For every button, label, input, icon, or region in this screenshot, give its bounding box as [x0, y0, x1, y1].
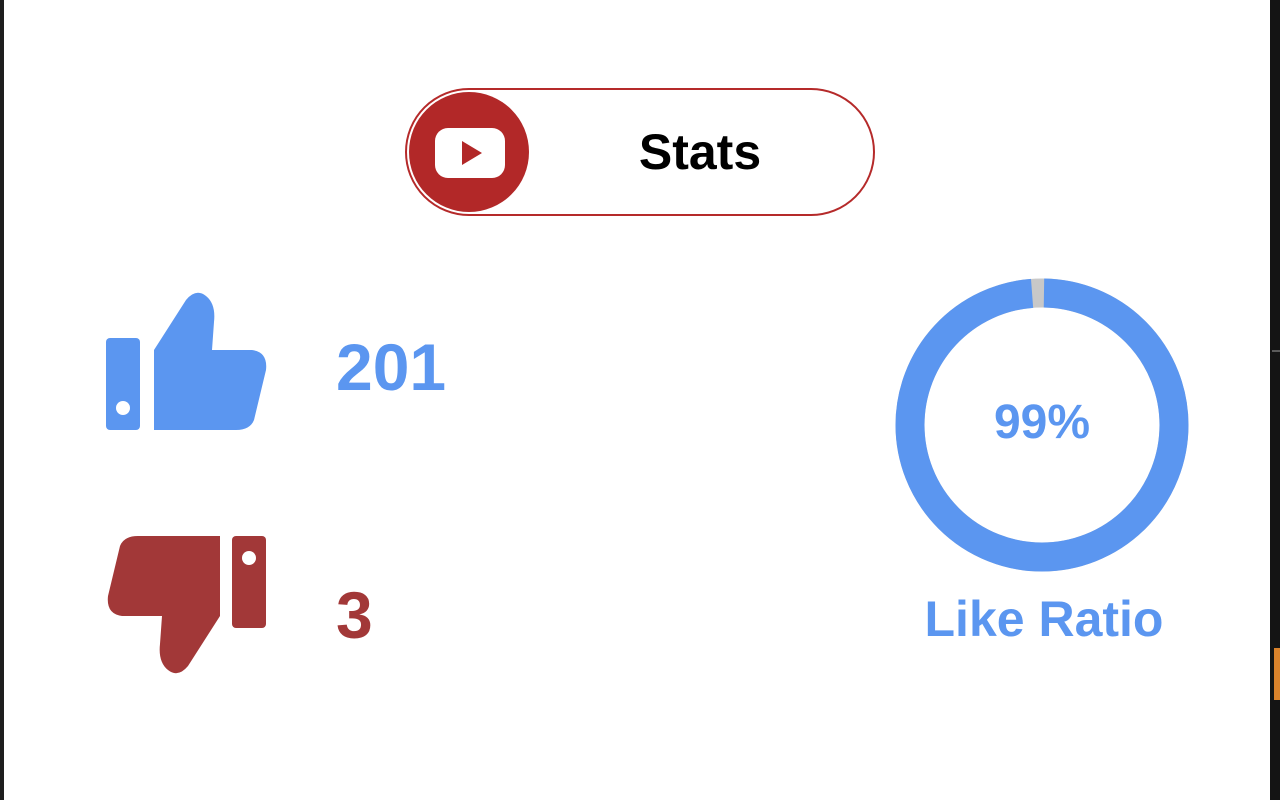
page-title: Stats [638, 124, 762, 180]
like-ratio-percent: 99% [994, 396, 1090, 449]
dislikes-count: 3 [336, 578, 373, 652]
youtube-play-icon [435, 128, 505, 178]
background-window-accent [1274, 648, 1280, 700]
like-ratio-label: Like Ratio [924, 591, 1164, 647]
youtube-logo [409, 92, 529, 212]
likes-stat-icon [104, 288, 268, 439]
thumbs-up-icon [106, 292, 267, 430]
stats-title-pill: Stats [405, 88, 875, 216]
background-window-line [1272, 350, 1280, 352]
like-ratio-ring: 99% [895, 278, 1189, 572]
stats-panel: Stats 201 3 99% Like Ratio [4, 0, 1270, 800]
likes-count: 201 [336, 330, 447, 404]
thumbs-down-icon [107, 536, 266, 674]
dislikes-stat-icon [104, 534, 268, 685]
